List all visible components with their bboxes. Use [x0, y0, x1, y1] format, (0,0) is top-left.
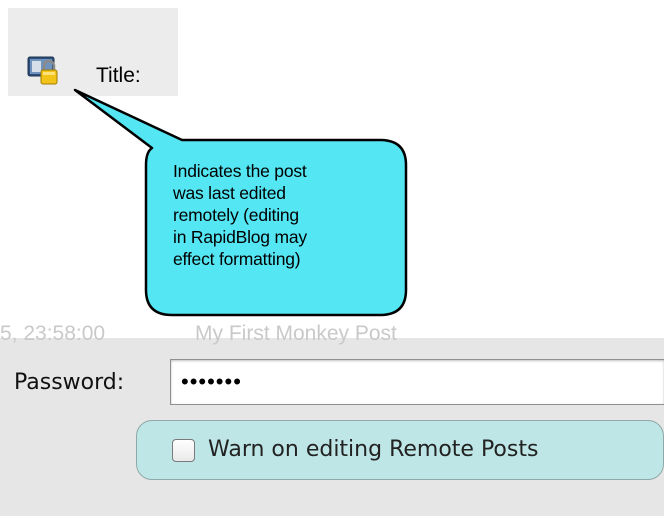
- warn-remote-posts-checkbox[interactable]: [172, 439, 195, 462]
- warn-remote-posts-label[interactable]: Warn on editing Remote Posts: [208, 437, 538, 462]
- callout-text: Indicates the post was last edited remot…: [173, 161, 307, 269]
- post-date: 5, 23:58:00: [0, 322, 106, 345]
- post-list-row: 5, 23:58:00 My First Monkey Post: [0, 322, 664, 352]
- password-label: Password:: [14, 370, 125, 395]
- post-title: My First Monkey Post: [195, 322, 397, 345]
- password-field[interactable]: •••••••: [170, 359, 664, 405]
